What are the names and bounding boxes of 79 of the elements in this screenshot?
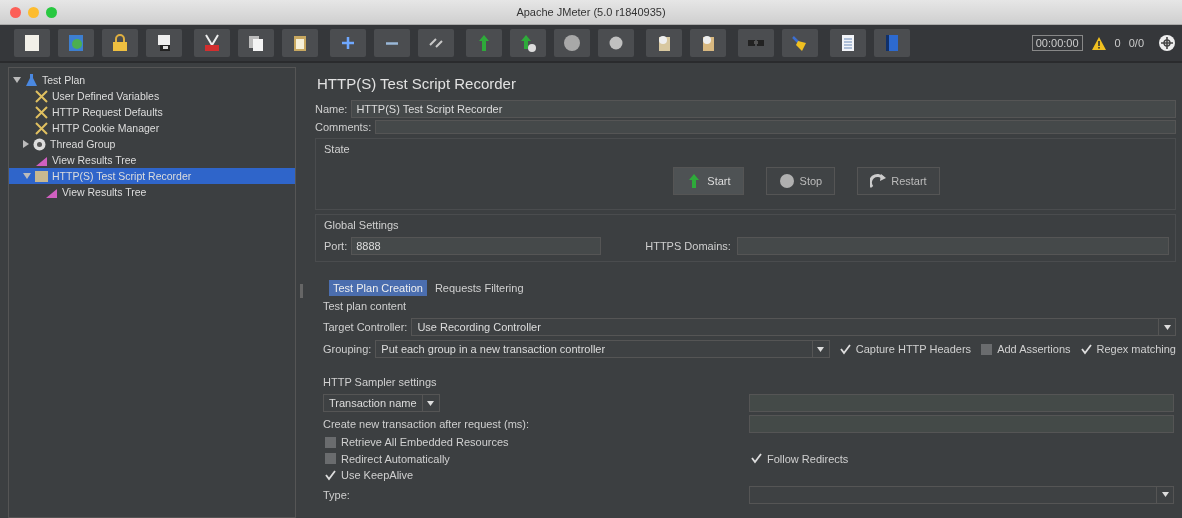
transaction-delay-field[interactable]: [749, 415, 1174, 433]
crosshair-icon: [1158, 34, 1176, 52]
section-title: Test plan content: [323, 299, 408, 314]
circle-icon: [562, 33, 582, 53]
naming-dropdown[interactable]: Transaction name: [323, 394, 440, 412]
tree-item[interactable]: HTTP(S) Test Script Recorder: [9, 168, 295, 184]
elapsed-time: 00:00:00: [1031, 35, 1083, 51]
warning-count: 0: [1114, 37, 1121, 49]
tree-item[interactable]: Thread Group: [9, 136, 295, 152]
page-icon: [22, 33, 42, 53]
field-label: Comments:: [315, 121, 372, 133]
tree-item[interactable]: View Results Tree: [9, 152, 295, 168]
name-field[interactable]: HTTP(S) Test Script Recorder: [351, 100, 1176, 118]
tab[interactable]: Requests Filtering: [430, 280, 528, 296]
dropdown-arrow-icon: [817, 346, 825, 352]
scissors-icon: [202, 33, 222, 53]
splitter-handle[interactable]: [300, 283, 303, 298]
state-button[interactable]: Start: [673, 167, 744, 195]
section-title: State: [324, 142, 351, 157]
toolbar-button[interactable]: [1158, 34, 1176, 52]
binoculars-icon: [748, 40, 764, 46]
toolbar-button[interactable]: [194, 29, 230, 57]
port-field[interactable]: 8888: [351, 237, 602, 255]
checkmark-icon: [839, 343, 851, 355]
window-title: Apache JMeter (5.0 r1840935): [516, 6, 666, 18]
tree-item[interactable]: HTTP Cookie Manager: [9, 120, 295, 136]
tree-item[interactable]: HTTP Request Defaults: [9, 104, 295, 120]
field-label: Port:: [324, 240, 348, 252]
minus-icon: [386, 41, 398, 45]
circle-icon: [778, 173, 795, 189]
checkmark-icon: [1080, 343, 1092, 355]
field-label: Name:: [315, 103, 348, 115]
toolbar-button[interactable]: [146, 29, 182, 57]
checkbox[interactable]: Add Assertions: [981, 343, 1071, 355]
dropdown-arrow-icon: [427, 400, 435, 406]
checkmark-icon: [325, 469, 336, 481]
toolbar-button[interactable]: [690, 29, 726, 57]
section-title: Global Settings: [324, 218, 400, 233]
tab[interactable]: Test Plan Creation: [329, 280, 427, 296]
field-label: Type:: [323, 488, 351, 501]
toolbar-button[interactable]: [14, 29, 50, 57]
checkbox[interactable]: Retrieve All Embedded Resources: [325, 436, 509, 448]
tree-item[interactable]: User Defined Variables: [9, 88, 295, 104]
checkmark-icon: [751, 453, 762, 464]
curved-arrow-icon: [870, 173, 887, 189]
checkbox[interactable]: Capture HTTP Headers: [839, 343, 972, 355]
comments-field[interactable]: [375, 120, 1176, 134]
target-controller-dropdown[interactable]: Use Recording Controller: [411, 318, 1176, 336]
close-button[interactable]: [10, 6, 21, 18]
checkbox[interactable]: Use KeepAlive: [325, 469, 414, 481]
section-title: HTTP Sampler settings: [323, 375, 438, 390]
dropdown-arrow-icon: [1163, 324, 1171, 330]
panel-title: HTTP(S) Test Script Recorder: [316, 74, 517, 94]
gear-icon: [32, 136, 47, 152]
slash-icon: [429, 38, 443, 48]
toolbar-button[interactable]: [646, 29, 682, 57]
warning-icon: [1090, 35, 1107, 51]
tree-item[interactable]: View Results Tree: [9, 184, 295, 200]
thread-count: 0/0: [1128, 37, 1144, 49]
field-label: Create new transaction after request (ms):: [323, 418, 531, 430]
checkbox[interactable]: Redirect Automatically: [325, 452, 450, 465]
checkbox[interactable]: Regex matching: [1080, 343, 1176, 355]
field-label: HTTPS Domains:: [645, 240, 731, 252]
field-label: Grouping:: [323, 343, 372, 355]
copy-icon: [246, 33, 266, 53]
lock-icon: [110, 33, 130, 53]
flask-icon: [24, 72, 39, 88]
transaction-name-field[interactable]: [749, 394, 1174, 412]
domains-field[interactable]: [736, 237, 1169, 255]
expanded-arrow-icon[interactable]: [13, 77, 21, 83]
dropdown-arrow-icon: [1161, 492, 1169, 497]
toolbar-button[interactable]: [510, 29, 546, 57]
grouping-dropdown[interactable]: Put each group in a new transaction controller: [375, 340, 830, 358]
field-label: Target Controller:: [323, 321, 408, 333]
tree-item[interactable]: Test Plan: [9, 72, 295, 88]
toolbar-button[interactable]: [282, 29, 318, 57]
checkbox[interactable]: Follow Redirects: [751, 452, 849, 465]
toolbar-button[interactable]: [238, 29, 274, 57]
toolbar-button[interactable]: [830, 29, 866, 57]
